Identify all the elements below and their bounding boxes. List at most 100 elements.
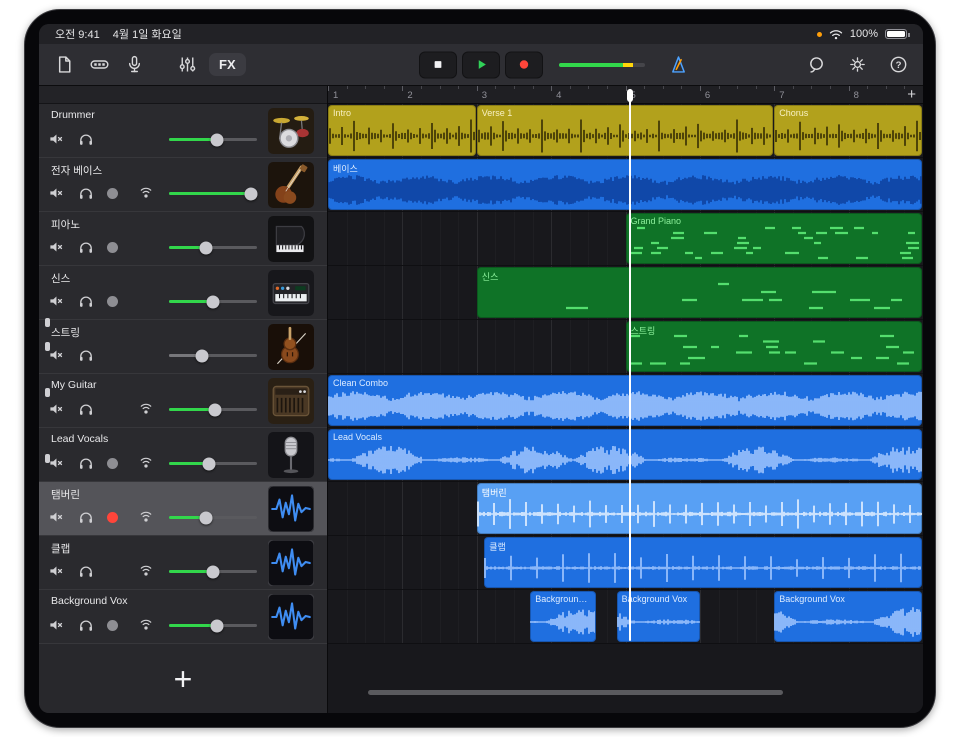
input-monitor-button[interactable] bbox=[135, 398, 157, 420]
playhead-handle[interactable] bbox=[627, 89, 633, 102]
headphones-button[interactable] bbox=[75, 290, 97, 312]
region-drums[interactable]: Verse 1 bbox=[477, 105, 774, 156]
view-switcher-button[interactable] bbox=[86, 52, 112, 78]
mic-button[interactable] bbox=[121, 52, 147, 78]
volume-knob[interactable] bbox=[199, 241, 212, 254]
record-enable-dot[interactable] bbox=[107, 188, 118, 199]
mute-button[interactable] bbox=[45, 506, 67, 528]
mute-button[interactable] bbox=[45, 182, 67, 204]
horizontal-scrollbar[interactable] bbox=[368, 690, 783, 695]
output-level-slider[interactable] bbox=[559, 63, 645, 67]
volume-slider[interactable] bbox=[169, 462, 257, 465]
track-header[interactable]: Drummer bbox=[39, 104, 327, 158]
headphones-button[interactable] bbox=[75, 506, 97, 528]
ruler[interactable]: 12345678 + bbox=[328, 86, 923, 104]
track-lane[interactable]: 탬버린 bbox=[328, 482, 923, 536]
region-midi[interactable]: 스트링 bbox=[626, 321, 923, 372]
track-lane[interactable]: 베이스 bbox=[328, 158, 923, 212]
instrument-icon-drums[interactable] bbox=[268, 108, 314, 154]
track-lane[interactable]: Lead Vocals bbox=[328, 428, 923, 482]
region-audio[interactable]: 베이스 bbox=[328, 159, 922, 210]
playhead[interactable] bbox=[629, 89, 631, 641]
mute-button[interactable] bbox=[45, 398, 67, 420]
track-header[interactable]: 신스 bbox=[39, 266, 327, 320]
volume-slider[interactable] bbox=[169, 192, 257, 195]
headphones-button[interactable] bbox=[75, 344, 97, 366]
track-header[interactable]: 탬버린 bbox=[39, 482, 327, 536]
mute-button[interactable] bbox=[45, 236, 67, 258]
headphones-button[interactable] bbox=[75, 560, 97, 582]
add-track-button[interactable]: + bbox=[39, 662, 327, 696]
input-monitor-button[interactable] bbox=[135, 614, 157, 636]
mute-button[interactable] bbox=[45, 560, 67, 582]
record-enable-dot[interactable] bbox=[107, 296, 118, 307]
volume-slider[interactable] bbox=[169, 408, 257, 411]
mute-button[interactable] bbox=[45, 614, 67, 636]
region-audio[interactable]: 클랩 bbox=[484, 537, 922, 588]
headphones-button[interactable] bbox=[75, 452, 97, 474]
track-header[interactable]: 전자 베이스 bbox=[39, 158, 327, 212]
region-drums[interactable]: Chorus bbox=[774, 105, 922, 156]
volume-slider[interactable] bbox=[169, 624, 257, 627]
track-header[interactable]: 클랩 bbox=[39, 536, 327, 590]
volume-knob[interactable] bbox=[244, 187, 257, 200]
region-midi[interactable]: 신스 bbox=[477, 267, 922, 318]
volume-knob[interactable] bbox=[196, 349, 209, 362]
input-monitor-button[interactable] bbox=[135, 560, 157, 582]
track-header[interactable]: 스트링 bbox=[39, 320, 327, 374]
fx-button[interactable]: FX bbox=[209, 53, 246, 76]
volume-knob[interactable] bbox=[202, 457, 215, 470]
record-enable-dot[interactable] bbox=[107, 242, 118, 253]
volume-slider[interactable] bbox=[169, 570, 257, 573]
timeline[interactable]: 12345678 + Intro Verse 1 Chorus 베이스 Gran… bbox=[328, 86, 923, 713]
headphones-button[interactable] bbox=[75, 128, 97, 150]
document-button[interactable] bbox=[51, 52, 77, 78]
volume-knob[interactable] bbox=[211, 619, 224, 632]
mute-button[interactable] bbox=[45, 290, 67, 312]
loop-browser-button[interactable] bbox=[803, 52, 829, 78]
help-button[interactable]: ? bbox=[885, 52, 911, 78]
volume-slider[interactable] bbox=[169, 516, 257, 519]
mute-button[interactable] bbox=[45, 128, 67, 150]
volume-knob[interactable] bbox=[208, 403, 221, 416]
record-button[interactable] bbox=[505, 51, 543, 78]
instrument-icon-wave[interactable] bbox=[268, 486, 314, 532]
headphones-button[interactable] bbox=[75, 398, 97, 420]
region-audio[interactable]: Background Vox bbox=[774, 591, 922, 642]
headphones-button[interactable] bbox=[75, 236, 97, 258]
record-enable-dot[interactable] bbox=[107, 620, 118, 631]
volume-knob[interactable] bbox=[207, 565, 220, 578]
track-header[interactable]: 피아노 bbox=[39, 212, 327, 266]
region-midi[interactable]: Grand Piano bbox=[626, 213, 923, 264]
track-lane[interactable]: Background Vox Background Vox Background… bbox=[328, 590, 923, 644]
track-lane[interactable]: 신스 bbox=[328, 266, 923, 320]
track-lane[interactable]: Grand Piano bbox=[328, 212, 923, 266]
instrument-icon-bass[interactable] bbox=[268, 162, 314, 208]
instrument-icon-synth[interactable] bbox=[268, 270, 314, 316]
headphones-button[interactable] bbox=[75, 182, 97, 204]
settings-dial-button[interactable] bbox=[844, 52, 870, 78]
mixer-button[interactable] bbox=[174, 52, 200, 78]
instrument-icon-amp[interactable] bbox=[268, 378, 314, 424]
volume-slider[interactable] bbox=[169, 138, 257, 141]
track-lane[interactable]: 스트링 bbox=[328, 320, 923, 374]
volume-knob[interactable] bbox=[199, 511, 212, 524]
track-header[interactable]: Background Vox bbox=[39, 590, 327, 644]
instrument-icon-wave[interactable] bbox=[268, 594, 314, 640]
track-lane[interactable]: 클랩 bbox=[328, 536, 923, 590]
headphones-button[interactable] bbox=[75, 614, 97, 636]
track-header[interactable]: My Guitar bbox=[39, 374, 327, 428]
region-audio[interactable]: Background Vox bbox=[530, 591, 596, 642]
play-button[interactable] bbox=[462, 51, 500, 78]
input-monitor-button[interactable] bbox=[135, 182, 157, 204]
volume-knob[interactable] bbox=[207, 295, 220, 308]
region-audio[interactable]: Lead Vocals bbox=[328, 429, 922, 480]
record-enable-dot[interactable] bbox=[107, 458, 118, 469]
volume-slider[interactable] bbox=[169, 300, 257, 303]
instrument-icon-mic[interactable] bbox=[268, 432, 314, 478]
region-drums[interactable]: Intro bbox=[328, 105, 476, 156]
track-header[interactable]: Lead Vocals bbox=[39, 428, 327, 482]
region-audio[interactable]: Clean Combo bbox=[328, 375, 922, 426]
add-bars-button[interactable]: + bbox=[907, 86, 916, 104]
metronome-button[interactable] bbox=[665, 52, 691, 78]
